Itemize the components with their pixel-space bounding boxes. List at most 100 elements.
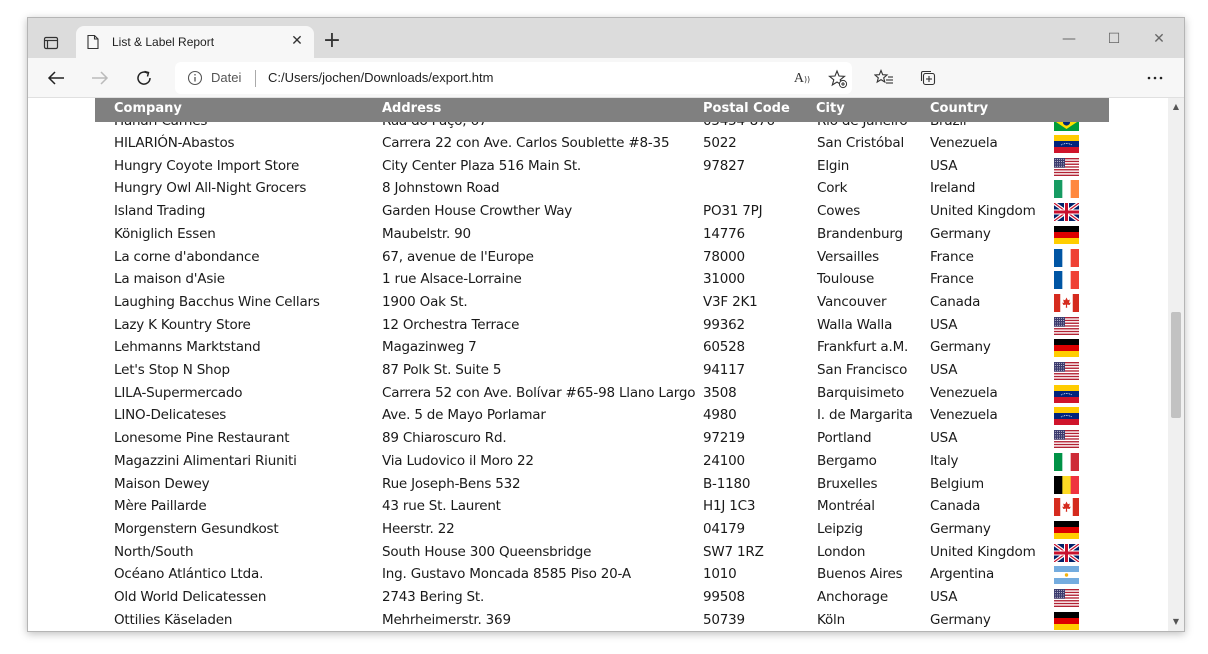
cell-city: Köln bbox=[817, 611, 845, 628]
cell-postal-code: V3F 2K1 bbox=[703, 293, 758, 310]
favorites-button[interactable] bbox=[870, 65, 898, 91]
cell-country: Canada bbox=[930, 293, 981, 310]
flag-germany-icon bbox=[1054, 225, 1079, 244]
tab-actions-icon[interactable] bbox=[38, 30, 64, 56]
cell-postal-code: 1010 bbox=[703, 566, 737, 583]
cell-company: Ottilies Käseladen bbox=[114, 611, 233, 628]
new-tab-button[interactable]: + bbox=[320, 30, 344, 54]
cell-company: Lazy K Kountry Store bbox=[114, 316, 251, 333]
flag-germany-icon bbox=[1054, 520, 1079, 539]
cell-address: 2743 Bering St. bbox=[382, 589, 485, 605]
close-window-button[interactable]: ✕ bbox=[1144, 28, 1174, 50]
cell-company: Lehmanns Marktstand bbox=[114, 339, 261, 356]
toolbar: Datei C:/Users/jochen/Downloads/export.h… bbox=[28, 58, 1184, 98]
cell-address: Ing. Gustavo Moncada 8585 Piso 20-A bbox=[382, 566, 631, 583]
read-aloud-icon[interactable]: A)) bbox=[791, 68, 813, 90]
refresh-button[interactable] bbox=[130, 65, 158, 91]
back-arrow-icon bbox=[47, 71, 64, 85]
cell-postal-code: 99362 bbox=[703, 316, 745, 333]
cell-address: Mehrheimerstr. 369 bbox=[382, 611, 511, 628]
table-row: North/South South House 300 Queensbridge S… bbox=[28, 542, 1168, 564]
cell-company: LILA-Supermercado bbox=[114, 384, 243, 401]
forward-button[interactable] bbox=[86, 65, 114, 91]
cell-city: Vancouver bbox=[817, 293, 887, 310]
scroll-down-arrow-icon[interactable]: ▼ bbox=[1168, 615, 1184, 629]
header-company: Company bbox=[114, 101, 182, 116]
cell-company: Mère Paillarde bbox=[114, 498, 207, 515]
cell-address: Carrera 52 con Ave. Bolívar #65-98 Llano… bbox=[382, 384, 696, 401]
title-bar: List & Label Report ✕ + — ☐ ✕ bbox=[28, 18, 1184, 58]
maximize-button[interactable]: ☐ bbox=[1099, 28, 1129, 50]
cell-address: 8 Johnstown Road bbox=[382, 180, 500, 197]
cell-address: 87 Polk St. Suite 5 bbox=[382, 362, 502, 378]
cell-company: Let's Stop N Shop bbox=[114, 362, 230, 378]
vertical-scrollbar[interactable]: ▲ ▼ bbox=[1168, 98, 1184, 631]
cell-address: 67, avenue de l'Europe bbox=[382, 248, 534, 265]
header-address: Address bbox=[382, 101, 442, 116]
favorites-icon bbox=[874, 69, 893, 84]
back-button[interactable] bbox=[42, 65, 70, 91]
cell-company: Magazzini Alimentari Riuniti bbox=[114, 452, 297, 469]
cell-postal-code: 60528 bbox=[703, 339, 745, 356]
cell-postal-code: 5022 bbox=[703, 135, 737, 151]
tab-close-icon[interactable]: ✕ bbox=[290, 34, 304, 48]
cell-postal-code: 24100 bbox=[703, 452, 745, 469]
cell-company: Morgenstern Gesundkost bbox=[114, 520, 279, 537]
cell-city: Anchorage bbox=[817, 589, 888, 605]
table-row: Old World Delicatessen 2743 Bering St. 995… bbox=[28, 587, 1168, 609]
scroll-up-arrow-icon[interactable]: ▲ bbox=[1168, 100, 1184, 114]
cell-city: Portland bbox=[817, 430, 872, 447]
cell-postal-code: 14776 bbox=[703, 225, 745, 242]
flag-uk-icon bbox=[1054, 543, 1079, 562]
cell-address: Garden House Crowther Way bbox=[382, 203, 573, 220]
table-row: Magazzini Alimentari Riuniti Via Ludovico… bbox=[28, 451, 1168, 473]
table-row: Mère Paillarde 43 rue St. Laurent H1J 1C3 M… bbox=[28, 496, 1168, 518]
more-menu-button[interactable] bbox=[1141, 65, 1169, 91]
cell-company: Maison Dewey bbox=[114, 475, 210, 492]
cell-city: Bruxelles bbox=[817, 475, 878, 492]
cell-country: Ireland bbox=[930, 180, 976, 197]
cell-country: United Kingdom bbox=[930, 543, 1036, 560]
cell-country: USA bbox=[930, 362, 958, 378]
address-separator bbox=[255, 70, 256, 87]
table-row: Maison Dewey Rue Joseph-Bens 532 B-1180 Bru… bbox=[28, 474, 1168, 496]
cell-country: USA bbox=[930, 589, 958, 605]
cell-city: Frankfurt a.M. bbox=[817, 339, 909, 356]
cell-address: 43 rue St. Laurent bbox=[382, 498, 501, 515]
table-row: Let's Stop N Shop 87 Polk St. Suite 5 9411… bbox=[28, 360, 1168, 382]
cell-company: Lonesome Pine Restaurant bbox=[114, 430, 290, 447]
info-icon[interactable] bbox=[187, 70, 203, 90]
cell-company: Island Trading bbox=[114, 203, 206, 220]
address-url[interactable]: C:/Users/jochen/Downloads/export.htm bbox=[268, 70, 493, 85]
cell-country: Venezuela bbox=[930, 135, 998, 151]
cell-postal-code: 99508 bbox=[703, 589, 745, 605]
cell-company: Laughing Bacchus Wine Cellars bbox=[114, 293, 320, 310]
flag-belgium-icon bbox=[1054, 475, 1079, 494]
cell-address: Maubelstr. 90 bbox=[382, 225, 471, 242]
cell-postal-code: 97827 bbox=[703, 157, 745, 174]
table-row: HILARIÓN-Abastos Carrera 22 con Ave. Carl… bbox=[28, 133, 1168, 155]
browser-window: List & Label Report ✕ + — ☐ ✕ Datei C:/U… bbox=[27, 17, 1185, 632]
cell-country: Germany bbox=[930, 225, 991, 242]
flag-canada-icon bbox=[1054, 293, 1079, 312]
collections-button[interactable] bbox=[914, 65, 942, 91]
address-bar[interactable]: Datei C:/Users/jochen/Downloads/export.h… bbox=[175, 62, 852, 94]
flag-venezuela-icon bbox=[1054, 384, 1079, 403]
minimize-button[interactable]: — bbox=[1054, 28, 1084, 50]
table-row: Ottilies Käseladen Mehrheimerstr. 369 5073… bbox=[28, 610, 1168, 631]
cell-city: I. de Margarita bbox=[817, 407, 913, 424]
flag-usa-icon bbox=[1054, 316, 1079, 335]
flag-venezuela-icon bbox=[1054, 407, 1079, 426]
tab-title: List & Label Report bbox=[112, 35, 215, 49]
table-row: Laughing Bacchus Wine Cellars 1900 Oak St… bbox=[28, 292, 1168, 314]
add-favorite-icon[interactable] bbox=[827, 68, 849, 90]
cell-company: HILARIÓN-Abastos bbox=[114, 135, 235, 151]
table-row: Hungry Owl All-Night Grocers 8 Johnstown … bbox=[28, 178, 1168, 200]
cell-country: Venezuela bbox=[930, 384, 998, 401]
cell-postal-code: PO31 7PJ bbox=[703, 203, 763, 220]
cell-postal-code: B-1180 bbox=[703, 475, 751, 492]
tab-active[interactable]: List & Label Report ✕ bbox=[76, 26, 314, 58]
cell-country: Venezuela bbox=[930, 407, 998, 424]
scrollbar-thumb[interactable] bbox=[1171, 312, 1181, 418]
cell-country: USA bbox=[930, 316, 958, 333]
